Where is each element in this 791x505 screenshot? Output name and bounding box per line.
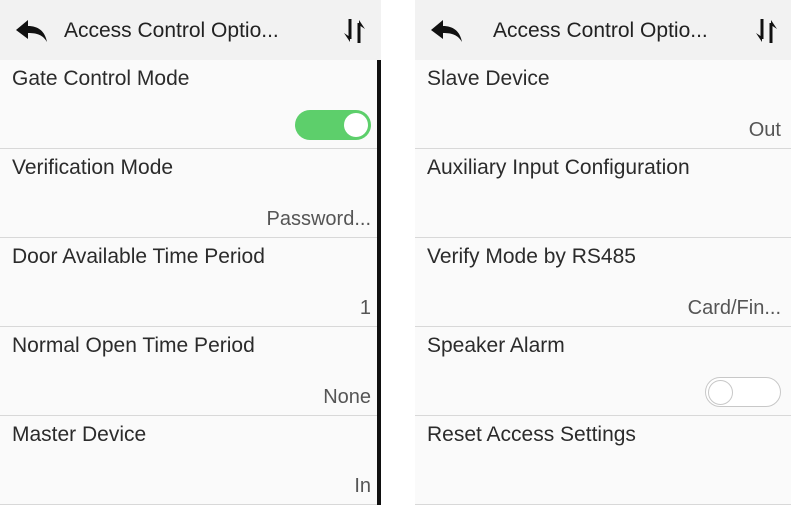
title-bar: Access Control Optio...	[0, 0, 381, 61]
row-label: Speaker Alarm	[427, 334, 565, 357]
row-label: Auxiliary Input Configuration	[427, 156, 690, 179]
row-normal-open-time-period[interactable]: Normal Open Time Period None	[0, 327, 381, 416]
right-screen: Access Control Optio... Slave Device Out…	[415, 0, 791, 505]
settings-list: Slave Device Out Auxiliary Input Configu…	[415, 60, 791, 505]
toggle-knob	[708, 379, 733, 405]
row-value: 1	[359, 297, 371, 319]
row-value: In	[354, 475, 371, 497]
scrollbar[interactable]	[377, 60, 381, 505]
row-value: None	[323, 386, 371, 408]
row-value: Out	[748, 119, 781, 141]
row-reset-access-settings[interactable]: Reset Access Settings	[415, 416, 791, 505]
row-label: Gate Control Mode	[12, 67, 190, 90]
row-value: Password...	[266, 208, 371, 230]
row-master-device[interactable]: Master Device In	[0, 416, 381, 505]
sort-button[interactable]	[754, 17, 780, 45]
row-label: Reset Access Settings	[427, 423, 636, 446]
sort-arrows-icon	[344, 19, 365, 43]
row-auxiliary-input-configuration[interactable]: Auxiliary Input Configuration	[415, 149, 791, 238]
row-label: Verification Mode	[12, 156, 174, 179]
back-button[interactable]	[429, 18, 465, 46]
page-title: Access Control Optio...	[493, 19, 708, 42]
row-label: Master Device	[12, 423, 147, 446]
left-screen: Access Control Optio... Gate Control Mod…	[0, 0, 381, 505]
sort-arrows-icon	[756, 19, 777, 43]
row-label: Door Available Time Period	[12, 245, 265, 268]
back-button[interactable]	[14, 18, 50, 46]
row-verify-mode-rs485[interactable]: Verify Mode by RS485 Card/Fin...	[415, 238, 791, 327]
page-title: Access Control Optio...	[64, 19, 279, 42]
row-slave-device[interactable]: Slave Device Out	[415, 60, 791, 149]
gate-control-mode-toggle[interactable]	[295, 110, 371, 140]
row-speaker-alarm[interactable]: Speaker Alarm	[415, 327, 791, 416]
title-bar: Access Control Optio...	[415, 0, 791, 61]
row-door-available-time-period[interactable]: Door Available Time Period 1	[0, 238, 381, 327]
sort-button[interactable]	[342, 17, 368, 45]
back-arrow-icon	[16, 20, 47, 42]
row-verification-mode[interactable]: Verification Mode Password...	[0, 149, 381, 238]
toggle-knob	[344, 113, 368, 137]
row-value: Card/Fin...	[687, 297, 781, 319]
row-label: Slave Device	[427, 67, 550, 90]
row-label: Verify Mode by RS485	[427, 245, 636, 268]
speaker-alarm-toggle[interactable]	[705, 377, 781, 407]
back-arrow-icon	[431, 20, 462, 42]
row-gate-control-mode[interactable]: Gate Control Mode	[0, 60, 381, 149]
settings-list: Gate Control Mode Verification Mode Pass…	[0, 60, 381, 505]
row-label: Normal Open Time Period	[12, 334, 255, 357]
